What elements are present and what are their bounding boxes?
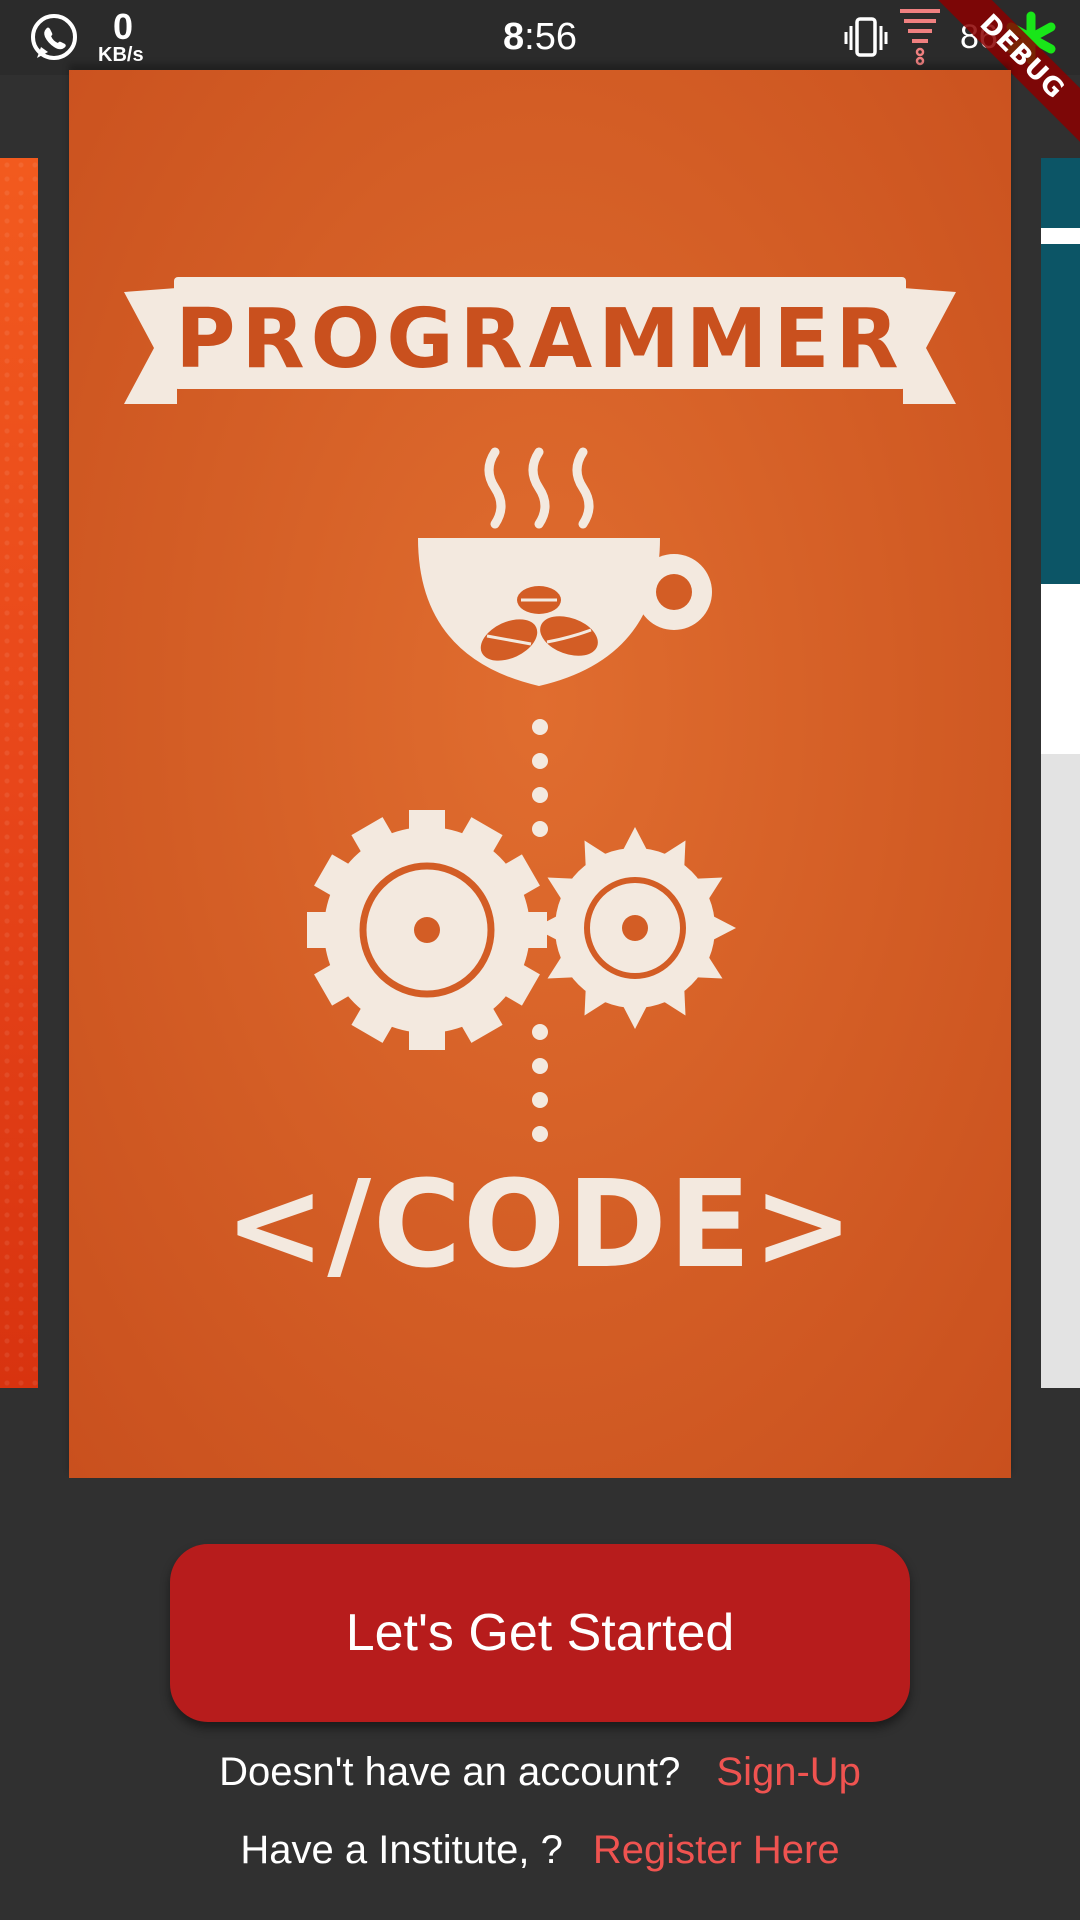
next-card-panel xyxy=(1041,584,1080,754)
programmer-poster: PROGRAMMER </CODE> xyxy=(124,277,956,1295)
clock-hour: 8 xyxy=(503,16,525,58)
register-institute-link[interactable]: Register Here xyxy=(593,1828,840,1872)
vibrate-icon xyxy=(844,17,888,57)
institute-row: Have a Institute, ? Register Here xyxy=(0,1828,1080,1873)
battery-level: 86 xyxy=(960,18,998,56)
status-bar: 0 KB/s 8:56 86 xyxy=(0,0,1080,75)
next-card-header xyxy=(1041,158,1080,228)
coffee-cup-icon xyxy=(418,538,712,686)
carousel-next-card[interactable] xyxy=(1041,158,1080,1388)
steam-icon xyxy=(484,447,594,529)
signal-icon xyxy=(900,9,940,66)
signup-row: Doesn't have an account? Sign-Up xyxy=(0,1750,1080,1795)
signup-link[interactable]: Sign-Up xyxy=(716,1750,861,1794)
clock-minutes: :56 xyxy=(524,16,577,58)
next-card-divider xyxy=(1041,228,1080,244)
get-started-button[interactable]: Let's Get Started xyxy=(170,1544,910,1722)
poster-footer: </CODE> xyxy=(225,1156,856,1295)
institute-question: Have a Institute, ? xyxy=(240,1828,563,1872)
next-card-banner xyxy=(1041,244,1080,584)
signup-question: Doesn't have an account? xyxy=(219,1750,681,1794)
app-icon xyxy=(1006,11,1056,65)
carousel-prev-card[interactable] xyxy=(0,158,38,1388)
carousel-current-card[interactable]: PROGRAMMER </CODE> xyxy=(69,70,1011,1478)
poster-title: PROGRAMMER xyxy=(175,292,904,387)
ribbon-banner xyxy=(124,288,177,404)
